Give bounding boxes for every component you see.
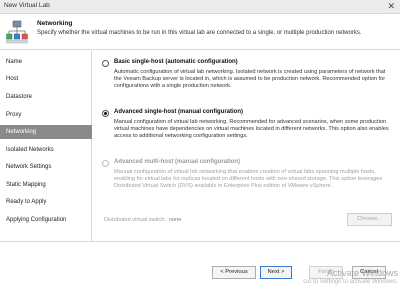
dvs-field: Distributed virtual switch: none: [104, 217, 181, 223]
step-isolated-networks[interactable]: Isolated Networks: [0, 143, 92, 157]
activate-windows-watermark: Activate Windows: [326, 268, 398, 278]
virtual-lab-icon: [6, 20, 28, 44]
option-description: Automatic configuration of virtual lab n…: [114, 69, 386, 90]
option-title[interactable]: Advanced single-host (manual configurati…: [114, 109, 243, 115]
option-description: Manual configuration of virtual lab netw…: [114, 169, 383, 190]
activate-windows-hint: Go to Settings to activate Windows.: [303, 279, 398, 285]
choose-dvs-button: Choose...: [347, 213, 392, 226]
step-proxy[interactable]: Proxy: [0, 108, 92, 122]
wizard-header: Networking Specify whether the virtual m…: [0, 14, 400, 50]
previous-button[interactable]: < Previous: [212, 266, 256, 279]
window-title: New Virtual Lab: [4, 2, 50, 9]
next-button[interactable]: Next >: [260, 266, 292, 279]
option-description: Manual configuration of virtual lab netw…: [114, 119, 389, 140]
page-title: Networking: [37, 20, 73, 27]
step-name[interactable]: Name: [0, 55, 92, 69]
networking-options: Basic single-host (automatic configurati…: [92, 51, 400, 241]
radio-advanced-single-host[interactable]: [102, 110, 109, 117]
step-applying-configuration[interactable]: Applying Configuration: [0, 213, 92, 227]
step-static-mapping[interactable]: Static Mapping: [0, 178, 92, 192]
dvs-label: Distributed virtual switch:: [104, 217, 166, 223]
dvs-value: none: [168, 217, 182, 223]
step-ready-to-apply[interactable]: Ready to Apply: [0, 195, 92, 209]
step-datastore[interactable]: Datastore: [0, 90, 92, 104]
title-bar: New Virtual Lab ✕: [0, 0, 400, 14]
step-networking[interactable]: Networking: [0, 125, 92, 139]
option-title[interactable]: Basic single-host (automatic configurati…: [114, 59, 238, 65]
radio-advanced-multi-host: [102, 160, 109, 167]
option-title: Advanced multi-host (manual configuratio…: [114, 159, 241, 165]
step-host[interactable]: Host: [0, 72, 92, 86]
close-icon[interactable]: ✕: [387, 1, 395, 12]
wizard-footer: < Previous Next > Finish Cancel Activate…: [0, 241, 400, 285]
wizard-steps: Name Host Datastore Proxy Networking Iso…: [0, 51, 92, 241]
radio-basic-single-host[interactable]: [102, 60, 109, 67]
page-description: Specify whether the virtual machines to …: [37, 30, 362, 36]
step-network-settings[interactable]: Network Settings: [0, 160, 92, 174]
